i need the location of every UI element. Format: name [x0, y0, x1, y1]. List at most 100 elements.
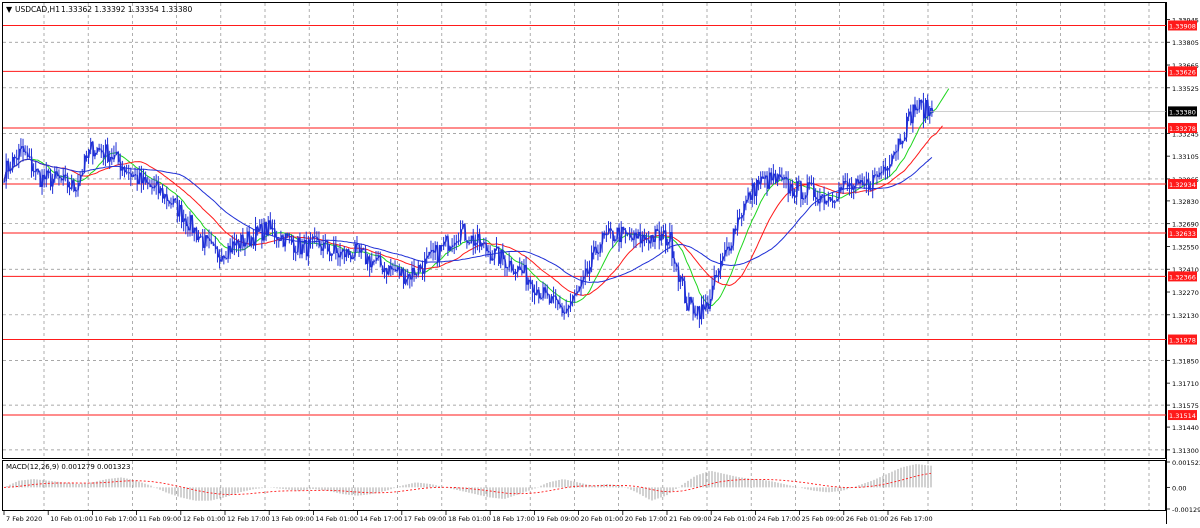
chart-svg[interactable]: 1.339451.338051.336651.335251.332451.331… [0, 0, 1200, 524]
candle-body [17, 158, 18, 159]
candle-body [165, 194, 166, 198]
candle-body [877, 175, 878, 177]
candle-body [638, 232, 639, 238]
candle-body [435, 245, 436, 252]
candle-body [99, 148, 100, 150]
candle-body [380, 255, 381, 265]
candle-body [403, 269, 404, 284]
candle-body [158, 182, 159, 194]
candle-body [488, 251, 489, 252]
candle-body [186, 218, 187, 226]
macd-tick-label: 0.00 [1172, 484, 1186, 492]
x-tick-label: 26 Feb 17:00 [890, 515, 933, 523]
candle-body [234, 241, 235, 245]
candle-body [609, 228, 610, 233]
candle-body [461, 229, 462, 240]
y-tick-label: 1.32830 [1172, 198, 1199, 206]
candle-body [592, 253, 593, 268]
candle-body [340, 252, 341, 257]
candle-body [230, 246, 231, 253]
candle-body [446, 236, 447, 242]
x-tick-label: 20 Feb 17:00 [625, 515, 668, 523]
candle-body [670, 232, 671, 242]
candle-body [780, 174, 781, 177]
candle-body [387, 268, 388, 274]
candle-body [101, 150, 102, 152]
x-tick-label: 20 Feb 01:00 [581, 515, 624, 523]
candle-body [302, 244, 303, 254]
candle-body [124, 168, 125, 172]
level-tag-text: 1.33278 [1169, 125, 1196, 133]
candle-body [420, 265, 421, 268]
candle-body [589, 267, 590, 273]
candle-body [668, 242, 669, 246]
candle-body [754, 183, 755, 196]
candle-body [211, 241, 212, 244]
candle-body [15, 157, 16, 158]
candle-body [372, 261, 373, 267]
candle-body [900, 139, 901, 145]
x-tick-label: 24 Feb 17:00 [757, 515, 800, 523]
mt4-chart-window[interactable]: 1.339451.338051.336651.335251.332451.331… [0, 0, 1200, 524]
candle-body [291, 237, 292, 242]
candle-body [53, 179, 54, 186]
candle-body [775, 174, 776, 182]
candle-body [763, 177, 764, 179]
candle-body [928, 100, 929, 116]
candle-body [826, 201, 827, 204]
candle-body [391, 266, 392, 270]
candle-body [63, 175, 64, 181]
candle-body [721, 261, 722, 271]
candle-body [792, 184, 793, 196]
candle-body [659, 231, 660, 241]
candle-body [55, 171, 56, 179]
candle-body [156, 182, 157, 186]
x-tick-label: 19 Feb 09:00 [536, 515, 579, 523]
candle-body [674, 258, 675, 264]
candle-body [615, 239, 616, 241]
candle-body [680, 277, 681, 282]
candle-body [516, 272, 517, 274]
candle-body [173, 199, 174, 205]
candle-body [617, 228, 618, 240]
candle-body [294, 242, 295, 252]
candle-body [57, 171, 58, 176]
candle-body [228, 246, 229, 259]
candle-body [349, 249, 350, 255]
candle-body [217, 249, 218, 258]
candle-body [501, 250, 502, 264]
dropdown-triangle-icon[interactable]: ▼ [6, 5, 13, 14]
candle-body [570, 302, 571, 306]
candle-body [89, 150, 90, 158]
candle-body [663, 230, 664, 234]
candle-body [327, 241, 328, 252]
candle-body [691, 297, 692, 303]
candle-body [410, 274, 411, 279]
candle-body [163, 188, 164, 198]
candle-body [759, 180, 760, 185]
candle-body [685, 281, 686, 303]
candle-body [122, 168, 123, 171]
candle-body [930, 108, 931, 116]
candle-body [583, 277, 584, 281]
candle-body [188, 226, 189, 230]
candle-body [702, 304, 703, 319]
candle-body [456, 241, 457, 243]
candle-body [830, 197, 831, 201]
candle-body [19, 149, 20, 160]
candle-body [860, 180, 861, 183]
candle-body [814, 183, 815, 197]
candle-body [898, 139, 899, 152]
level-tag-text: 1.31514 [1169, 412, 1196, 420]
y-tick-label: 1.32270 [1172, 289, 1199, 297]
candle-body [203, 236, 204, 247]
candle-body [169, 201, 170, 204]
candle-body [256, 227, 257, 246]
candle-body [51, 173, 52, 187]
candle-body [883, 167, 884, 173]
candle-body [784, 177, 785, 179]
candle-body [697, 306, 698, 315]
candle-body [361, 249, 362, 253]
candle-body [313, 236, 314, 239]
candle-body [718, 270, 719, 277]
